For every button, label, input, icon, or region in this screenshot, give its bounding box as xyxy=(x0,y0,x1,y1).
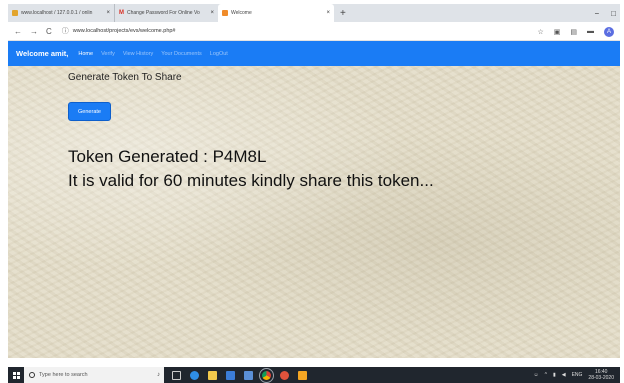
nav-link-view-history[interactable]: View History xyxy=(123,51,153,57)
token-generated-message: Token Generated : P4M8L xyxy=(68,147,267,166)
profile-avatar[interactable]: A xyxy=(604,26,614,37)
app-icon[interactable] xyxy=(298,370,307,380)
browser-tab-strip: www.localhost / 127.0.0.1 / onlin × M Ch… xyxy=(8,4,620,22)
search-icon xyxy=(29,372,35,378)
windows-taskbar: Type here to search ♪ ☺ ^ ▮ ◀ ENG 16:40 … xyxy=(8,367,620,383)
nav-link-logout[interactable]: LogOut xyxy=(210,51,228,57)
close-icon[interactable]: × xyxy=(106,10,110,16)
screenshot-frame: www.localhost / 127.0.0.1 / onlin × M Ch… xyxy=(0,0,624,383)
new-tab-button[interactable]: + xyxy=(340,8,346,19)
nav-link-your-documents[interactable]: Your Documents xyxy=(161,51,201,57)
network-icon[interactable]: ▮ xyxy=(553,372,556,378)
gmail-icon: M xyxy=(119,10,124,16)
language-indicator[interactable]: ENG xyxy=(572,372,583,378)
chevron-up-icon[interactable]: ^ xyxy=(545,372,547,378)
store-icon[interactable] xyxy=(226,370,235,380)
reload-icon[interactable]: C xyxy=(46,27,52,36)
extension-icon[interactable]: ▣ xyxy=(554,28,561,36)
browser-toolbar-icons: ☆ ▣ ▤ ▬ A xyxy=(537,22,614,41)
tab-title: Welcome xyxy=(231,10,252,16)
star-icon[interactable]: ☆ xyxy=(537,28,543,36)
tab-title: www.localhost / 127.0.0.1 / onlin xyxy=(21,10,93,16)
page-content: Generate Token To Share Generate Token G… xyxy=(8,66,620,358)
maximize-button[interactable]: □ xyxy=(611,9,616,18)
system-tray: ☺ ^ ▮ ◀ ENG 16:40 28-03-2020 xyxy=(533,367,614,383)
task-view-icon[interactable] xyxy=(172,370,181,380)
people-icon[interactable]: ☺ xyxy=(533,372,538,378)
back-icon[interactable]: ← xyxy=(14,27,22,36)
extension-icon[interactable]: ▬ xyxy=(587,28,594,35)
site-navbar: Welcome amit, Home Verify View History Y… xyxy=(8,41,620,66)
navbar-brand[interactable]: Welcome amit, xyxy=(16,49,68,58)
browser-address-bar: ← → C ⓘ www.localhost/projects/evs/welco… xyxy=(8,22,620,41)
nav-link-verify[interactable]: Verify xyxy=(101,51,115,57)
browser-tab-welcome[interactable]: Welcome × xyxy=(218,4,334,22)
forward-icon[interactable]: → xyxy=(30,27,38,36)
taskbar-apps xyxy=(172,367,307,383)
edge-icon[interactable] xyxy=(190,370,199,380)
site-favicon-icon xyxy=(222,10,228,16)
browser-tab-gmail[interactable]: M Change Password For Online Vo × xyxy=(114,4,218,22)
window-controls: − □ xyxy=(594,4,616,22)
windows-logo-icon xyxy=(12,371,20,379)
minimize-button[interactable]: − xyxy=(594,9,599,18)
clock-date: 28-03-2020 xyxy=(588,375,614,381)
search-placeholder: Type here to search xyxy=(39,372,88,378)
start-button[interactable] xyxy=(8,367,24,383)
phpmyadmin-icon xyxy=(12,10,18,16)
token-validity-message: It is valid for 60 minutes kindly share … xyxy=(68,171,434,190)
microphone-icon[interactable]: ♪ xyxy=(157,372,160,378)
close-icon[interactable]: × xyxy=(210,10,214,16)
browser-tab-phpmyadmin[interactable]: www.localhost / 127.0.0.1 / onlin × xyxy=(8,4,114,22)
extension-icon[interactable]: ▤ xyxy=(570,28,577,36)
mail-icon[interactable] xyxy=(244,370,253,380)
browser-nav-buttons: ← → C xyxy=(8,27,52,36)
nav-link-home[interactable]: Home xyxy=(78,51,93,57)
generate-button[interactable]: Generate xyxy=(68,102,111,121)
volume-icon[interactable]: ◀ xyxy=(562,372,566,378)
app-icon[interactable] xyxy=(280,370,289,380)
page-title: Generate Token To Share xyxy=(68,72,182,83)
chrome-icon[interactable] xyxy=(259,367,274,383)
tab-title: Change Password For Online Vo xyxy=(127,10,200,16)
url-text: www.localhost/projects/evs/welcome.php# xyxy=(72,28,176,34)
clock[interactable]: 16:40 28-03-2020 xyxy=(588,369,614,381)
close-icon[interactable]: × xyxy=(326,10,330,16)
taskbar-search[interactable]: Type here to search ♪ xyxy=(24,367,164,383)
file-explorer-icon[interactable] xyxy=(208,370,217,380)
url-field[interactable]: ⓘ www.localhost/projects/evs/welcome.php… xyxy=(62,26,176,36)
info-icon[interactable]: ⓘ xyxy=(62,26,69,36)
